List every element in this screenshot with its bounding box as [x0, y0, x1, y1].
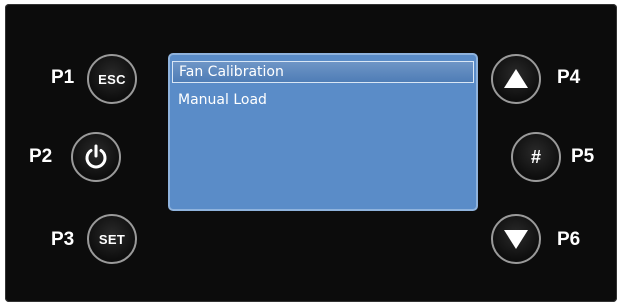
power-button[interactable] [71, 132, 121, 182]
menu-item-fan-calibration[interactable]: Fan Calibration [172, 61, 474, 83]
p5-label: P5 [571, 146, 595, 167]
control-panel: P1 ESC P2 P3 SET Fan Calibration Manual … [5, 4, 617, 302]
p6-label: P6 [557, 229, 581, 250]
set-button[interactable]: SET [87, 214, 137, 264]
p2-label: P2 [29, 146, 53, 167]
hash-button-label: # [530, 146, 541, 167]
hash-button[interactable]: # [511, 132, 561, 182]
power-icon [82, 143, 110, 171]
esc-button-label: ESC [98, 71, 126, 87]
menu-item-label: Fan Calibration [179, 64, 284, 80]
up-button[interactable] [491, 54, 541, 104]
down-button[interactable] [491, 214, 541, 264]
lcd-screen: Fan Calibration Manual Load [168, 53, 478, 211]
esc-button[interactable]: ESC [87, 54, 137, 104]
p4-label: P4 [557, 67, 581, 88]
p1-label: P1 [51, 67, 75, 88]
menu-item-label: Manual Load [178, 92, 267, 108]
down-arrow-icon [503, 228, 529, 250]
p3-label: P3 [51, 229, 75, 250]
up-arrow-icon [503, 68, 529, 90]
menu-item-manual-load[interactable]: Manual Load [172, 89, 474, 111]
set-button-label: SET [98, 231, 126, 247]
